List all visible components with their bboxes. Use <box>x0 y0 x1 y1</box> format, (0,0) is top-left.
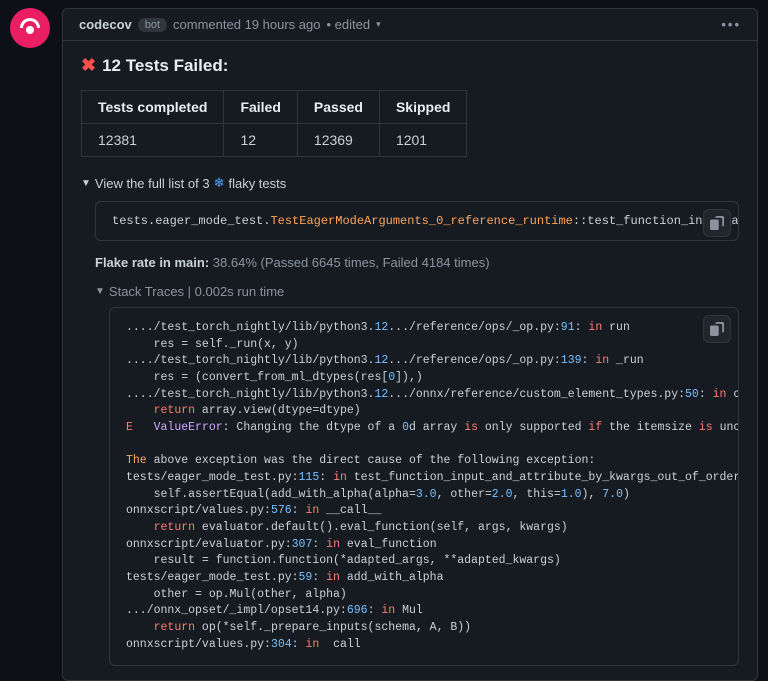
copy-button[interactable] <box>703 315 731 343</box>
copy-button[interactable] <box>703 209 731 237</box>
chevron-down-icon: ▼ <box>81 178 91 189</box>
comment-body: ✖ 12 Tests Failed: Tests completed Faile… <box>63 41 757 680</box>
comment-menu-icon[interactable]: ••• <box>721 17 741 32</box>
th-failed: Failed <box>224 91 297 124</box>
tests-summary-table: Tests completed Failed Passed Skipped 12… <box>81 90 467 157</box>
x-fail-icon: ✖ <box>81 55 96 76</box>
stack-trace-block: ..../test_torch_nightly/lib/python3.12..… <box>109 307 739 666</box>
comment-timestamp[interactable]: commented 19 hours ago <box>173 17 320 32</box>
codecov-avatar[interactable] <box>10 8 50 48</box>
flake-rate-line: Flake rate in main: 38.64% (Passed 6645 … <box>95 255 739 270</box>
flaky-tests-toggle[interactable]: ▼ View the full list of 3 ❄ flaky tests <box>81 175 739 191</box>
th-passed: Passed <box>297 91 379 124</box>
tests-failed-heading: ✖ 12 Tests Failed: <box>81 55 739 76</box>
th-skipped: Skipped <box>379 91 466 124</box>
bot-badge: bot <box>138 18 167 32</box>
edited-caret-icon[interactable]: ▾ <box>376 19 381 30</box>
chevron-down-icon: ▼ <box>95 286 105 297</box>
table-row: 12381 12 12369 1201 <box>82 124 467 157</box>
snowflake-icon: ❄ <box>214 175 225 191</box>
author-link[interactable]: codecov <box>79 17 132 32</box>
comment-header: codecov bot commented 19 hours ago • edi… <box>63 9 757 41</box>
th-completed: Tests completed <box>82 91 224 124</box>
comment-container: codecov bot commented 19 hours ago • edi… <box>62 8 758 681</box>
stack-trace-toggle[interactable]: ▼ Stack Traces | 0.002s run time <box>95 284 739 299</box>
edited-label[interactable]: • edited <box>326 17 370 32</box>
flaky-test-path-block: tests.eager_mode_test.TestEagerModeArgum… <box>95 201 739 241</box>
